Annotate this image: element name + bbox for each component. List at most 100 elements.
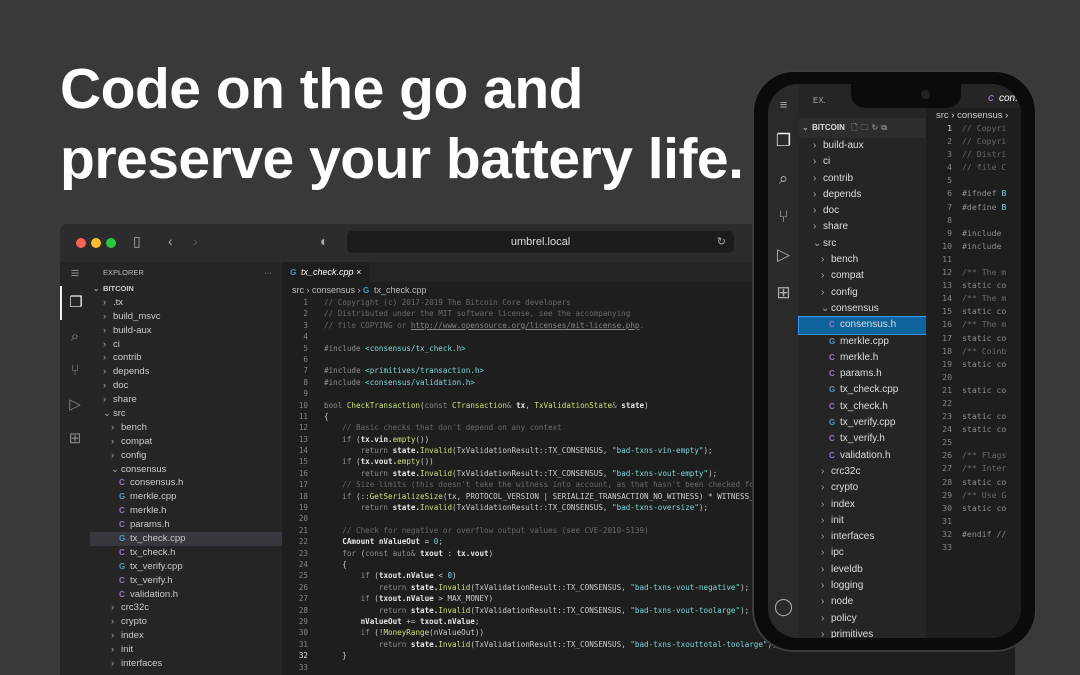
back-icon[interactable]: ‹ <box>168 233 173 249</box>
tree-item[interactable]: ›crc32c <box>90 601 282 615</box>
tree-item-label: tx_verify.cpp <box>840 417 895 428</box>
source-control-icon[interactable]: ⑂ <box>60 354 90 388</box>
tree-item[interactable]: ›contrib <box>90 351 282 365</box>
shield-icon[interactable]: ◐ <box>320 233 328 249</box>
tree-item[interactable]: ›crypto <box>799 480 926 496</box>
tree-item[interactable]: ⌄src <box>799 236 926 252</box>
tree-item[interactable]: ›ci <box>799 154 926 170</box>
close-window-button[interactable] <box>76 238 86 248</box>
phone-code-area[interactable]: 1// Copyri2// Copyri3// Distri4// file C… <box>926 122 1021 554</box>
address-bar[interactable]: umbrel.local ↻ <box>347 231 734 253</box>
tab-tx-check-cpp[interactable]: Gtx_check.cpp × <box>282 262 369 282</box>
forward-icon[interactable]: › <box>193 233 198 249</box>
menu-icon[interactable]: ≡ <box>60 262 90 286</box>
breadcrumb-item[interactable]: src <box>292 285 304 295</box>
tree-item[interactable]: ›policy <box>799 611 926 627</box>
tree-item[interactable]: Gtx_check.cpp <box>90 532 282 546</box>
tree-item[interactable]: ›doc <box>799 203 926 219</box>
breadcrumb-item[interactable]: consensus <box>957 110 1002 121</box>
code-token: "bad-txns-vout-negative" <box>630 583 740 592</box>
tree-item[interactable]: Cmerkle.h <box>90 504 282 518</box>
menu-icon[interactable]: ≡ <box>768 86 799 122</box>
tree-item[interactable]: ›node <box>799 594 926 610</box>
breadcrumb-item[interactable]: consensus <box>312 285 355 295</box>
tree-item[interactable]: ›depends <box>90 365 282 379</box>
files-icon[interactable]: ❐ <box>768 122 799 160</box>
tree-item[interactable]: ›.tx <box>90 296 282 310</box>
tree-item[interactable]: Ctx_verify.h <box>799 431 926 447</box>
tree-item[interactable]: ⌄consensus <box>799 301 926 317</box>
sidebar-toggle-icon[interactable]: ▯ <box>133 233 141 250</box>
phone-workspace-root[interactable]: ⌄BITCOIN 🗋🗀↻⧉ <box>799 118 926 138</box>
workspace-root[interactable]: ⌄BITCOIN <box>90 282 282 296</box>
minimize-window-button[interactable] <box>91 238 101 248</box>
tree-item[interactable]: Cmerkle.h <box>799 350 926 366</box>
tree-item[interactable]: Ctx_check.h <box>90 546 282 560</box>
reload-icon[interactable]: ↻ <box>717 231 726 253</box>
code-token: state <box>621 401 644 410</box>
run-debug-icon[interactable]: ▷ <box>60 388 90 422</box>
close-tab-icon[interactable]: × <box>356 267 361 277</box>
tree-item[interactable]: Cconsensus.h <box>799 317 926 333</box>
tree-item[interactable]: ›interfaces <box>799 529 926 545</box>
tree-item[interactable]: ›config <box>90 449 282 463</box>
tree-item[interactable]: ›contrib <box>799 171 926 187</box>
tree-item[interactable]: ›leveldb <box>799 562 926 578</box>
tree-item[interactable]: ⌄src <box>90 407 282 421</box>
explorer-actions-icons[interactable]: 🗋🗀↻⧉ <box>851 123 890 132</box>
phone-screen: ≡ ❐ ⌕ ⑂ ▷ ⊞ ◯ EX. ⌄BITCOIN 🗋🗀↻⧉ ›build-a… <box>768 84 1021 638</box>
tree-item[interactable]: ›compat <box>90 435 282 449</box>
tree-item[interactable]: Cparams.h <box>799 366 926 382</box>
tree-item[interactable]: Ctx_check.h <box>799 399 926 415</box>
tree-item[interactable]: ›bench <box>90 421 282 435</box>
tree-item[interactable]: Cvalidation.h <box>799 448 926 464</box>
tree-item[interactable]: ›depends <box>799 187 926 203</box>
tree-item[interactable]: ›init <box>799 513 926 529</box>
tree-item[interactable]: ›init <box>90 643 282 657</box>
tree-item[interactable]: ⌄consensus <box>90 463 282 477</box>
tree-item[interactable]: ›index <box>90 629 282 643</box>
run-debug-icon[interactable]: ▷ <box>768 236 799 274</box>
tree-item[interactable]: ›compat <box>799 268 926 284</box>
tree-item[interactable]: Gtx_check.cpp <box>799 382 926 398</box>
tree-item[interactable]: ›index <box>799 497 926 513</box>
search-icon[interactable]: ⌕ <box>768 160 799 198</box>
tree-item[interactable]: ›build-aux <box>799 138 926 154</box>
breadcrumb-item[interactable]: tx_check.cpp <box>374 285 427 295</box>
tree-item[interactable]: Cvalidation.h <box>90 588 282 602</box>
tree-item[interactable]: ›ipc <box>799 545 926 561</box>
tree-item[interactable]: ›build-aux <box>90 324 282 338</box>
breadcrumb-item[interactable]: src <box>936 110 949 121</box>
tree-item[interactable]: Gtx_verify.cpp <box>90 560 282 574</box>
tree-item[interactable]: ›share <box>90 393 282 407</box>
chevron-down-icon: ⌄ <box>111 463 121 477</box>
tree-item[interactable]: ›bench <box>799 252 926 268</box>
code-token: tx <box>516 401 525 410</box>
extensions-icon[interactable]: ⊞ <box>768 274 799 312</box>
chevron-right-icon: › <box>821 578 831 594</box>
tree-item[interactable]: ›build_msvc <box>90 310 282 324</box>
maximize-window-button[interactable] <box>106 238 116 248</box>
tree-item[interactable]: Cconsensus.h <box>90 476 282 490</box>
tree-item[interactable]: ›logging <box>799 578 926 594</box>
tree-item[interactable]: ›crc32c <box>799 464 926 480</box>
more-icon[interactable]: ··· <box>265 262 273 284</box>
account-icon[interactable]: ◯ <box>768 588 799 626</box>
tree-item[interactable]: Gmerkle.cpp <box>90 490 282 504</box>
tree-item[interactable]: ›config <box>799 285 926 301</box>
source-control-icon[interactable]: ⑂ <box>768 198 799 236</box>
tree-item[interactable]: Gmerkle.cpp <box>799 334 926 350</box>
files-icon[interactable]: ❐ <box>60 286 90 320</box>
tree-item[interactable]: ›ci <box>90 338 282 352</box>
tree-item[interactable]: ›primitives <box>799 627 926 638</box>
search-icon[interactable]: ⌕ <box>60 320 90 354</box>
tree-item[interactable]: Ctx_verify.h <box>90 574 282 588</box>
tree-item[interactable]: Gtx_verify.cpp <box>799 415 926 431</box>
tree-item[interactable]: ›doc <box>90 379 282 393</box>
tree-item[interactable]: ›share <box>799 219 926 235</box>
code-line: 4// file C <box>926 161 1021 174</box>
tree-item[interactable]: ›crypto <box>90 615 282 629</box>
tree-item[interactable]: ›interfaces <box>90 657 282 671</box>
tree-item[interactable]: Cparams.h <box>90 518 282 532</box>
extensions-icon[interactable]: ⊞ <box>60 422 90 456</box>
